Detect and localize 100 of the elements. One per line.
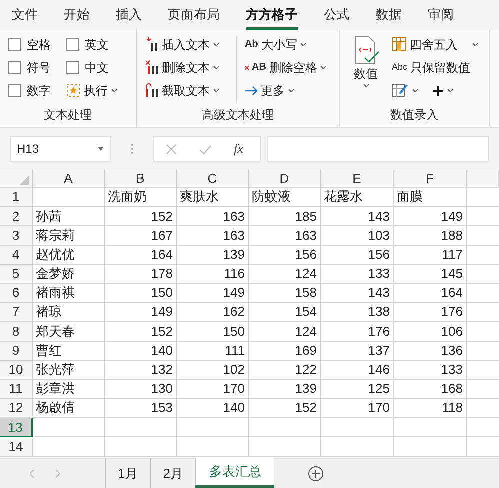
keep-values-button[interactable]: Abc 只保留数值 xyxy=(392,59,479,76)
menu-tab[interactable]: 页面布局 xyxy=(168,0,220,30)
table-cell[interactable]: 163 xyxy=(177,226,249,246)
table-cell[interactable]: 156 xyxy=(249,246,321,265)
menu-tab[interactable]: 开始 xyxy=(64,0,90,30)
table-cell[interactable]: 146 xyxy=(321,360,394,380)
menu-tab[interactable]: 公式 xyxy=(324,0,350,30)
column-header[interactable]: E xyxy=(321,170,394,188)
table-cell[interactable] xyxy=(33,437,105,457)
table-cell[interactable]: 郑天春 xyxy=(33,322,105,342)
table-cell[interactable]: 曹红 xyxy=(33,342,105,361)
table-cell[interactable]: 170 xyxy=(177,380,249,400)
table-cell[interactable]: 176 xyxy=(321,322,394,342)
row-header[interactable]: 3 xyxy=(0,226,33,246)
insert-function-button[interactable]: fx xyxy=(234,139,244,159)
table-cell[interactable] xyxy=(177,418,249,438)
table-cell[interactable]: 117 xyxy=(394,246,467,265)
table-cell[interactable]: 145 xyxy=(394,264,467,284)
table-cell[interactable]: 149 xyxy=(105,303,177,322)
table-cell[interactable]: 116 xyxy=(177,264,249,284)
row-header[interactable]: 12 xyxy=(0,399,33,418)
ribbon-button[interactable]: 截取文本 xyxy=(145,82,236,99)
table-cell[interactable]: 防蚊液 xyxy=(249,188,321,208)
table-cell[interactable] xyxy=(394,437,467,457)
ribbon-button[interactable]: 更多 xyxy=(245,82,328,99)
row-header[interactable]: 14 xyxy=(0,437,33,457)
table-cell[interactable]: 102 xyxy=(177,360,249,380)
table-cell[interactable]: 140 xyxy=(105,342,177,361)
table-cell[interactable]: 124 xyxy=(249,322,321,342)
table-cell[interactable]: 125 xyxy=(321,380,394,400)
table-cell[interactable] xyxy=(321,418,394,438)
table-cell[interactable]: 158 xyxy=(249,284,321,304)
table-cell[interactable]: 花露水 xyxy=(321,188,394,208)
table-cell[interactable]: 132 xyxy=(105,360,177,380)
table-cell[interactable]: 彭章洪 xyxy=(33,380,105,400)
row-header[interactable]: 11 xyxy=(0,380,33,400)
row-header[interactable]: 13 xyxy=(0,418,33,438)
table-cell[interactable] xyxy=(177,437,249,457)
table-cell[interactable] xyxy=(33,418,105,438)
table-cell[interactable]: 136 xyxy=(394,342,467,361)
table-cell[interactable]: 176 xyxy=(394,303,467,322)
table-cell[interactable] xyxy=(249,418,321,438)
table-cell[interactable]: 139 xyxy=(177,246,249,265)
plus-dropdown-button[interactable] xyxy=(433,86,454,96)
table-cell[interactable]: 153 xyxy=(105,399,177,418)
row-header[interactable]: 5 xyxy=(0,264,33,284)
table-cell[interactable]: 118 xyxy=(394,399,467,418)
sheet-tab[interactable]: 多表汇总 xyxy=(195,458,274,488)
table-cell[interactable] xyxy=(249,437,321,457)
checkbox[interactable]: 空格 xyxy=(8,36,66,53)
ribbon-button[interactable]: AB 删除空格 xyxy=(245,59,328,76)
table-cell[interactable]: 150 xyxy=(105,284,177,304)
menu-tab[interactable]: 数据 xyxy=(376,0,402,30)
column-header[interactable] xyxy=(467,170,499,188)
table-cell[interactable]: 152 xyxy=(249,399,321,418)
number-button[interactable]: 数值 xyxy=(348,36,384,103)
table-cell[interactable]: 169 xyxy=(249,342,321,361)
row-header[interactable]: 2 xyxy=(0,207,33,226)
table-cell[interactable]: 褚雨祺 xyxy=(33,284,105,304)
table-cell[interactable]: 杨啟倩 xyxy=(33,399,105,418)
table-cell[interactable]: 蒋宗莉 xyxy=(33,226,105,246)
sheet-tab[interactable]: 1月 xyxy=(105,459,150,488)
row-header[interactable]: 9 xyxy=(0,342,33,361)
table-cell[interactable]: 167 xyxy=(105,226,177,246)
table-cell[interactable]: 178 xyxy=(105,264,177,284)
table-cell[interactable] xyxy=(321,437,394,457)
table-cell[interactable]: 149 xyxy=(394,207,467,226)
row-header[interactable]: 7 xyxy=(0,303,33,322)
column-header[interactable]: B xyxy=(105,170,177,188)
table-cell[interactable]: 133 xyxy=(394,360,467,380)
table-cell[interactable]: 138 xyxy=(321,303,394,322)
menu-tab[interactable]: 文件 xyxy=(12,0,38,30)
table-cell[interactable]: 170 xyxy=(321,399,394,418)
table-cell[interactable]: 152 xyxy=(105,207,177,226)
table-cell[interactable]: 133 xyxy=(321,264,394,284)
ribbon-button[interactable]: Ab 大小写 xyxy=(245,36,328,53)
table-cell[interactable]: 122 xyxy=(249,360,321,380)
table-cell[interactable]: 孙茜 xyxy=(33,207,105,226)
column-header[interactable]: C xyxy=(177,170,249,188)
menu-tab[interactable]: 审阅 xyxy=(428,0,454,30)
execute-button[interactable]: 执行 xyxy=(66,82,130,99)
table-cell[interactable]: 149 xyxy=(177,284,249,304)
table-cell[interactable]: 152 xyxy=(105,322,177,342)
row-header[interactable]: 6 xyxy=(0,284,33,304)
table-cell[interactable]: 124 xyxy=(249,264,321,284)
table-cell[interactable]: 163 xyxy=(177,207,249,226)
table-cell[interactable]: 金梦娇 xyxy=(33,264,105,284)
table-cell[interactable]: 139 xyxy=(249,380,321,400)
table-cell[interactable] xyxy=(33,188,105,208)
table-cell[interactable]: 赵优优 xyxy=(33,246,105,265)
table-cell[interactable]: 150 xyxy=(177,322,249,342)
table-cell[interactable]: 褚琼 xyxy=(33,303,105,322)
cancel-button[interactable] xyxy=(166,144,177,154)
checkbox[interactable]: 符号 xyxy=(8,59,66,76)
round-button[interactable]: 四舍五入 xyxy=(392,36,479,53)
table-cell[interactable]: 185 xyxy=(249,207,321,226)
checkbox[interactable]: 数字 xyxy=(8,82,66,99)
table-cell[interactable]: 洗面奶 xyxy=(105,188,177,208)
table-cell[interactable]: 164 xyxy=(105,246,177,265)
table-cell[interactable]: 163 xyxy=(249,226,321,246)
